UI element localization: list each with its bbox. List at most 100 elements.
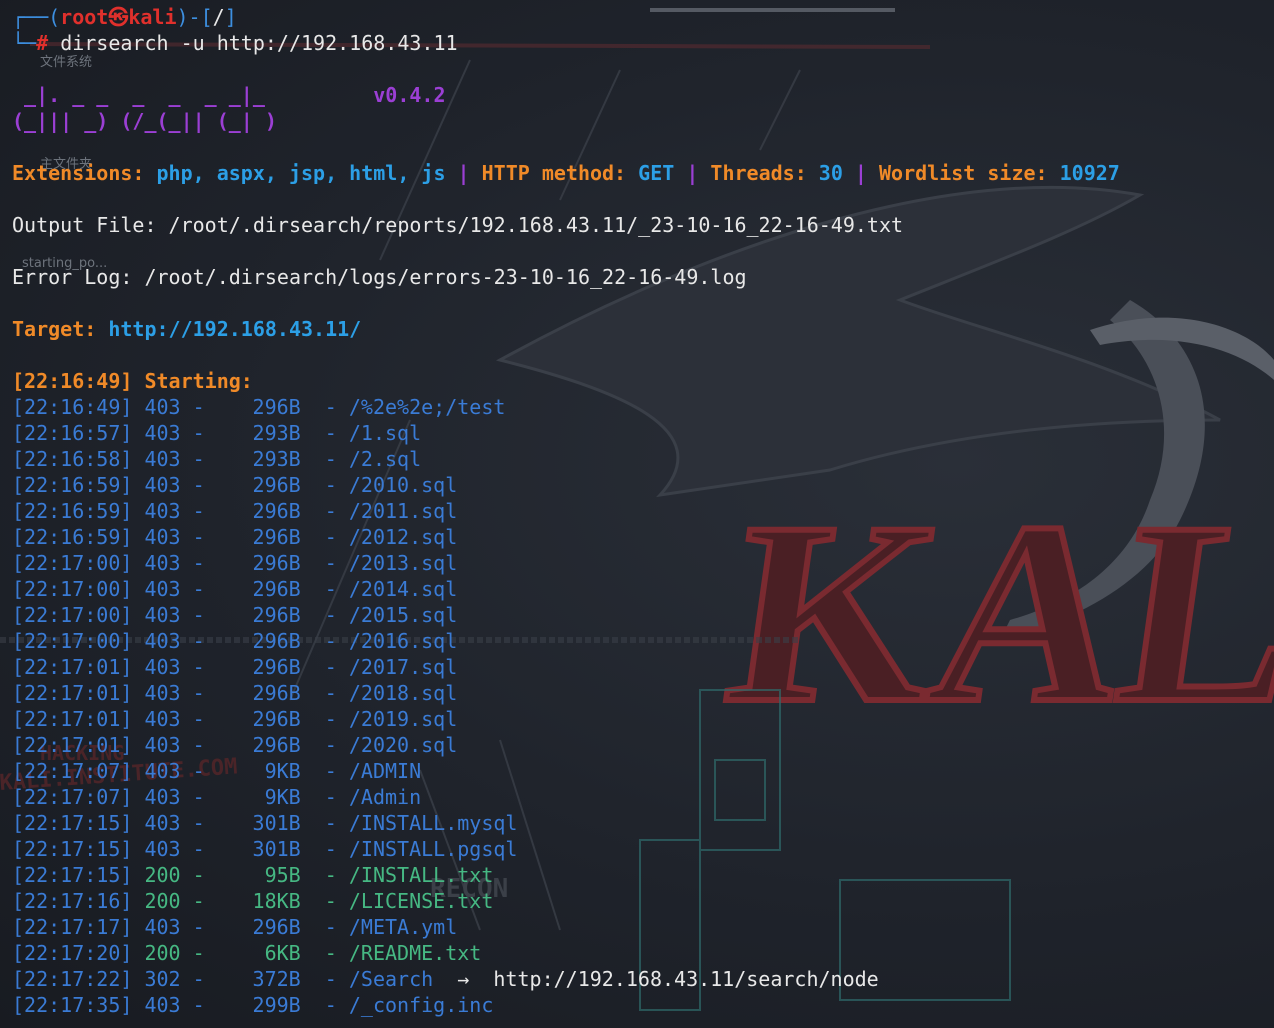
result-time: [22:17:00] <box>12 577 133 601</box>
result-time: [22:17:00] <box>12 603 133 627</box>
result-path: /2018.sql <box>348 681 458 705</box>
result-path: /ADMIN <box>348 759 422 783</box>
result-time: [22:17:16] <box>12 889 133 913</box>
result-size: 296B <box>252 499 301 523</box>
result-path: /2013.sql <box>348 551 458 575</box>
result-status: 403 <box>144 837 181 861</box>
banner-art-line1: _|. _ _ _ _ _ _|_ v0.4.2 <box>12 83 446 107</box>
result-status: 403 <box>144 993 181 1017</box>
result-row: [22:17:00] 403 - 296B - /2015.sql <box>12 603 458 627</box>
result-size: 296B <box>252 655 301 679</box>
result-size: 9KB <box>264 785 301 809</box>
prompt-cwd: / <box>212 5 225 29</box>
result-time: [22:17:01] <box>12 733 133 757</box>
result-row: [22:17:15] 403 - 301B - /INSTALL.mysql <box>12 811 518 835</box>
result-row: [22:17:22] 302 - 372B - /Search → http:/… <box>12 967 879 991</box>
error-log-line: Error Log: /root/.dirsearch/logs/errors-… <box>12 265 747 289</box>
result-status: 403 <box>144 707 181 731</box>
result-path: /LICENSE.txt <box>348 889 494 913</box>
result-row: [22:16:58] 403 - 293B - /2.sql <box>12 447 422 471</box>
result-path: /INSTALL.txt <box>348 863 494 887</box>
result-size: 296B <box>252 681 301 705</box>
result-status: 403 <box>144 551 181 575</box>
result-time: [22:17:22] <box>12 967 133 991</box>
result-size: 296B <box>252 551 301 575</box>
result-path: /META.yml <box>348 915 458 939</box>
result-row: [22:17:15] 403 - 301B - /INSTALL.pgsql <box>12 837 518 861</box>
result-time: [22:17:07] <box>12 785 133 809</box>
result-path: /2.sql <box>348 447 422 471</box>
result-row: [22:17:01] 403 - 296B - /2020.sql <box>12 733 458 757</box>
result-path: /README.txt <box>348 941 482 965</box>
result-time: [22:17:00] <box>12 551 133 575</box>
result-row: [22:16:59] 403 - 296B - /2012.sql <box>12 525 458 549</box>
result-status: 403 <box>144 915 181 939</box>
result-time: [22:17:15] <box>12 863 133 887</box>
result-path: /INSTALL.pgsql <box>348 837 518 861</box>
result-size: 18KB <box>252 889 301 913</box>
result-status: 403 <box>144 759 181 783</box>
output-file-path: /root/.dirsearch/reports/192.168.43.11/_… <box>168 213 904 237</box>
result-row: [22:16:59] 403 - 296B - /2011.sql <box>12 499 458 523</box>
result-row: [22:17:00] 403 - 296B - /2013.sql <box>12 551 458 575</box>
result-status: 403 <box>144 785 181 809</box>
result-time: [22:17:01] <box>12 707 133 731</box>
result-status: 403 <box>144 733 181 757</box>
prompt-host: kali <box>128 5 177 29</box>
prompt-user: root <box>60 5 109 29</box>
target-line: Target: http://192.168.43.11/ <box>12 317 362 341</box>
error-log-path: /root/.dirsearch/logs/errors-23-10-16_22… <box>144 265 747 289</box>
result-path: /%2e%2e;/test <box>348 395 506 419</box>
result-status: 403 <box>144 525 181 549</box>
result-size: 296B <box>252 707 301 731</box>
result-time: [22:17:15] <box>12 837 133 861</box>
result-size: 296B <box>252 525 301 549</box>
prompt-header: ┌──(root㉿kali)-[/] <box>12 5 237 29</box>
result-size: 296B <box>252 603 301 627</box>
result-path: /Search <box>348 967 434 991</box>
result-row: [22:17:16] 200 - 18KB - /LICENSE.txt <box>12 889 494 913</box>
result-row: [22:17:00] 403 - 296B - /2016.sql <box>12 629 458 653</box>
result-path: /1.sql <box>348 421 422 445</box>
result-size: 296B <box>252 395 301 419</box>
command-line: └─# dirsearch -u http://192.168.43.11 <box>12 31 458 55</box>
result-row: [22:17:20] 200 - 6KB - /README.txt <box>12 941 482 965</box>
command-text: dirsearch -u http://192.168.43.11 <box>60 31 458 55</box>
result-size: 372B <box>252 967 301 991</box>
result-status: 403 <box>144 499 181 523</box>
result-path: /INSTALL.mysql <box>348 811 518 835</box>
result-row: [22:17:15] 200 - 95B - /INSTALL.txt <box>12 863 494 887</box>
result-status: 403 <box>144 629 181 653</box>
result-time: [22:17:35] <box>12 993 133 1017</box>
result-status: 403 <box>144 473 181 497</box>
result-path: /Admin <box>348 785 422 809</box>
output-file-line: Output File: /root/.dirsearch/reports/19… <box>12 213 904 237</box>
result-size: 9KB <box>264 759 301 783</box>
result-path: /2011.sql <box>348 499 458 523</box>
result-row: [22:16:57] 403 - 293B - /1.sql <box>12 421 422 445</box>
result-time: [22:17:00] <box>12 629 133 653</box>
result-size: 296B <box>252 473 301 497</box>
result-row: [22:17:00] 403 - 296B - /2014.sql <box>12 577 458 601</box>
result-row: [22:17:35] 403 - 299B - /_config.inc <box>12 993 494 1017</box>
result-path: /2016.sql <box>348 629 458 653</box>
result-size: 296B <box>252 733 301 757</box>
result-path: /2010.sql <box>348 473 458 497</box>
result-size: 293B <box>252 447 301 471</box>
result-row: [22:17:01] 403 - 296B - /2017.sql <box>12 655 458 679</box>
result-status: 302 <box>144 967 181 991</box>
result-row: [22:16:49] 403 - 296B - /%2e%2e;/test <box>12 395 506 419</box>
config-line: Extensions: php, aspx, jsp, html, js | H… <box>12 161 1120 185</box>
result-size: 296B <box>252 629 301 653</box>
result-status: 403 <box>144 577 181 601</box>
banner-art-line2: (_||| _) (/_(_|| (_| ) <box>12 109 277 133</box>
result-path: /2015.sql <box>348 603 458 627</box>
wordlist-value: 10927 <box>1059 161 1120 185</box>
terminal-output[interactable]: ┌──(root㉿kali)-[/] └─# dirsearch -u http… <box>12 4 1120 1018</box>
result-size: 301B <box>252 811 301 835</box>
result-time: [22:16:59] <box>12 473 133 497</box>
result-row: [22:17:07] 403 - 9KB - /Admin <box>12 785 422 809</box>
result-size: 301B <box>252 837 301 861</box>
result-time: [22:17:17] <box>12 915 133 939</box>
result-row: [22:17:07] 403 - 9KB - /ADMIN <box>12 759 422 783</box>
